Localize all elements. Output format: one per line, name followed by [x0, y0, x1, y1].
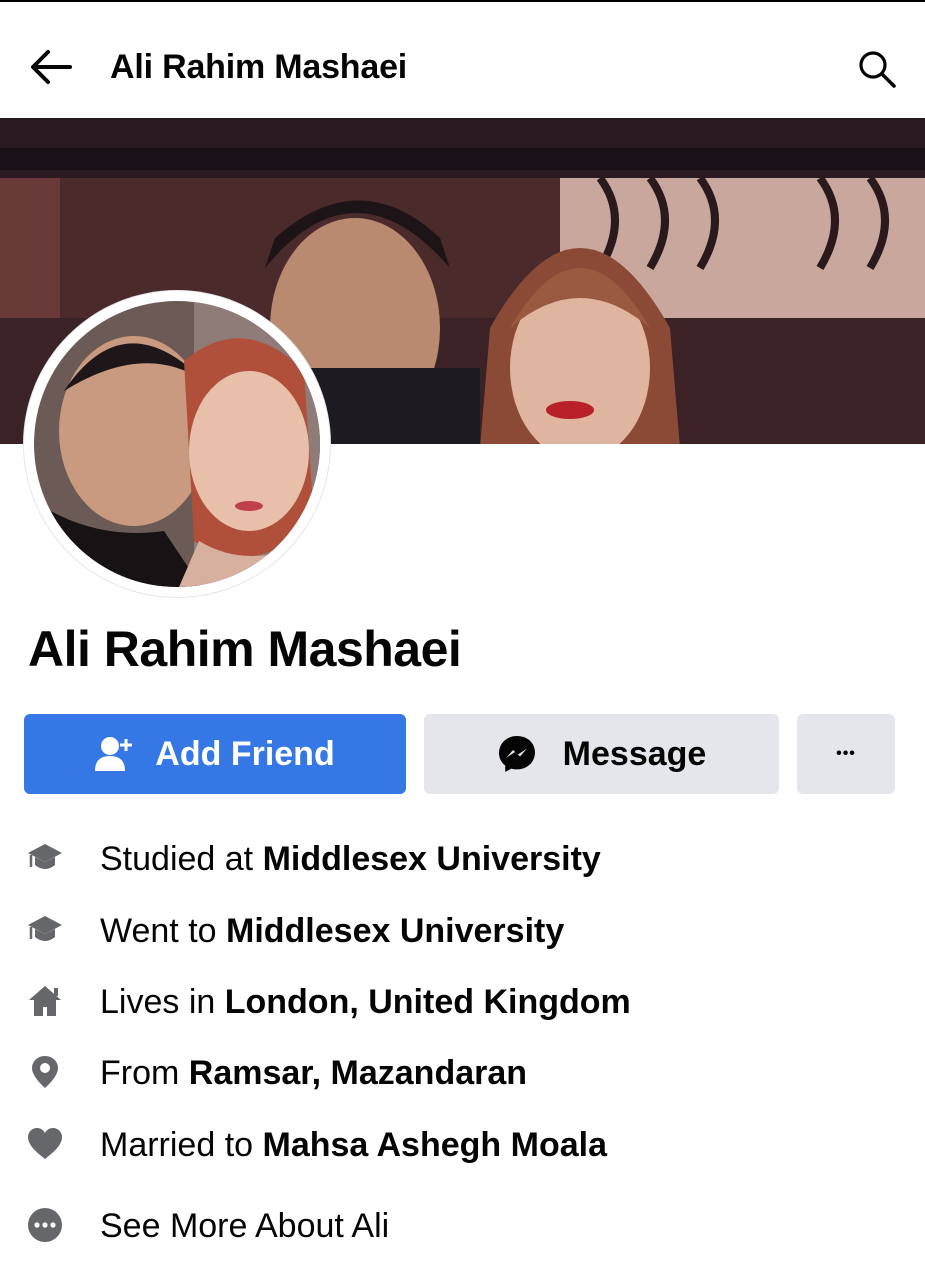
back-arrow-icon[interactable] [28, 46, 74, 88]
info-text: Went to Middlesex University [100, 912, 565, 950]
info-row-studied: Studied at Middlesex University [0, 830, 925, 886]
info-text: From Ramsar, Mazandaran [100, 1054, 528, 1092]
info-row-married: Married to Mahsa Ashegh Moala [0, 1116, 925, 1172]
message-button[interactable]: Message [424, 714, 779, 794]
info-text: Lives in London, United Kingdom [100, 983, 631, 1021]
graduation-cap-icon [28, 916, 62, 941]
profile-picture[interactable] [34, 301, 320, 587]
info-text: Married to Mahsa Ashegh Moala [100, 1126, 607, 1164]
hometown-link[interactable]: Ramsar, Mazandaran [189, 1054, 527, 1092]
graduation-cap-icon [28, 844, 62, 869]
info-row-from: From Ramsar, Mazandaran [0, 1044, 925, 1100]
add-friend-icon [95, 737, 133, 771]
more-options-label: ••• [836, 745, 856, 762]
home-icon [29, 986, 61, 1016]
add-friend-button[interactable]: Add Friend [24, 714, 406, 794]
add-friend-label: Add Friend [155, 734, 335, 773]
info-row-lives-in: Lives in London, United Kingdom [0, 973, 925, 1029]
school-link[interactable]: Middlesex University [263, 840, 601, 878]
profile-name: Ali Rahim Mashaei [28, 621, 462, 677]
info-row-went-to: Went to Middlesex University [0, 902, 925, 958]
school-link[interactable]: Middlesex University [226, 912, 564, 950]
top-bar: Ali Rahim Mashaei [0, 2, 925, 118]
messenger-icon [498, 736, 535, 772]
more-circle-icon [28, 1208, 62, 1242]
see-more-about-row[interactable]: See More About Ali [0, 1197, 925, 1253]
location-pin-icon [32, 1056, 58, 1088]
spouse-link[interactable]: Mahsa Ashegh Moala [263, 1126, 607, 1164]
message-label: Message [562, 734, 707, 773]
page-title: Ali Rahim Mashaei [110, 48, 408, 86]
info-text: Studied at Middlesex University [100, 840, 601, 878]
search-icon[interactable] [856, 48, 898, 90]
heart-icon [28, 1128, 62, 1159]
see-more-about-link[interactable]: See More About Ali [100, 1207, 389, 1246]
city-link[interactable]: London, United Kingdom [225, 983, 631, 1021]
more-options-button[interactable]: ••• [797, 714, 895, 794]
